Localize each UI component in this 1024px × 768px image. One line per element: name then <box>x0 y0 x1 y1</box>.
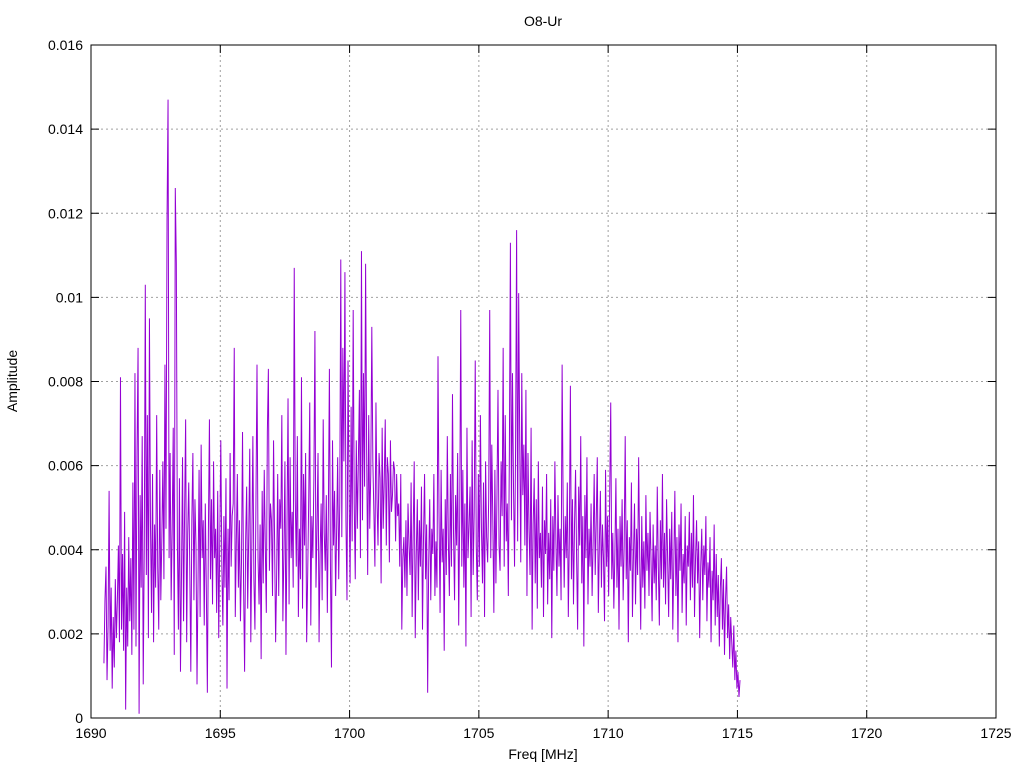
x-tick-label: 1705 <box>463 725 494 741</box>
x-tick-label: 1725 <box>980 725 1011 741</box>
x-tick-label: 1710 <box>593 725 624 741</box>
x-tick-label: 1690 <box>75 725 106 741</box>
y-tick-label: 0.006 <box>48 458 83 474</box>
x-tick-label: 1695 <box>205 725 236 741</box>
y-tick-label: 0.016 <box>48 37 83 53</box>
y-tick-label: 0.014 <box>48 121 83 137</box>
chart-title: O8-Ur <box>524 13 562 29</box>
spectrum-chart: 0 0.002 0.004 0.006 0.008 0.01 0.012 0.014 0.016… <box>4 13 1012 762</box>
y-tick-label: 0.002 <box>48 626 83 642</box>
y-tick-label: 0.012 <box>48 205 83 221</box>
x-tick-label: 1720 <box>851 725 882 741</box>
x-tick-label: 1700 <box>334 725 365 741</box>
y-tick-label: 0 <box>75 710 83 726</box>
x-axis-tick-labels: 1690 1695 1700 1705 1710 1715 1720 1725 <box>75 725 1011 741</box>
amplitude-series-line <box>103 99 741 714</box>
y-tick-label: 0.004 <box>48 542 83 558</box>
y-tick-label: 0.008 <box>48 374 83 390</box>
y-tick-label: 0.01 <box>56 289 83 305</box>
y-axis-title: Amplitude <box>4 350 20 412</box>
y-axis-tick-labels: 0 0.002 0.004 0.006 0.008 0.01 0.012 0.014 0.016 <box>48 37 83 726</box>
x-tick-label: 1715 <box>722 725 753 741</box>
x-axis-title: Freq [MHz] <box>508 746 577 762</box>
